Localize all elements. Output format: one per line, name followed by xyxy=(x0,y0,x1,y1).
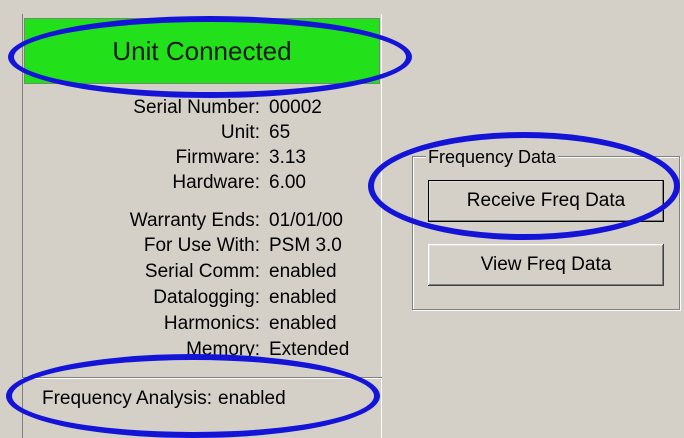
firmware-value: 3.13 xyxy=(269,147,306,168)
frequency-data-group-title: Frequency Data xyxy=(426,146,559,168)
view-freq-data-button[interactable]: View Freq Data xyxy=(428,244,664,286)
warranty-ends-value: 01/01/00 xyxy=(269,210,343,231)
hardware-value: 6.00 xyxy=(269,172,306,193)
hardware-label: Hardware: xyxy=(172,172,260,193)
info-row-firmware: Firmware: 3.13 xyxy=(24,145,380,171)
for-use-with-label: For Use With: xyxy=(143,235,260,256)
serial-comm-value: enabled xyxy=(269,261,337,282)
info-row-serial-number: Serial Number: 00002 xyxy=(24,95,380,121)
serial-comm-label: Serial Comm: xyxy=(144,261,260,282)
frequency-analysis-label: Frequency Analysis: xyxy=(42,388,213,409)
info-row-unit: Unit: 65 xyxy=(24,120,380,146)
info-row-datalogging: Datalogging: enabled xyxy=(24,285,380,311)
datalogging-label: Datalogging: xyxy=(153,287,260,308)
info-row-warranty-ends: Warranty Ends: 01/01/00 xyxy=(24,208,380,234)
datalogging-value: enabled xyxy=(269,287,337,308)
for-use-with-value: PSM 3.0 xyxy=(269,235,342,256)
panel-divider xyxy=(22,377,382,379)
memory-value: Extended xyxy=(269,339,350,360)
unit-label: Unit: xyxy=(220,122,260,143)
harmonics-label: Harmonics: xyxy=(163,313,260,334)
connection-status-text: Unit Connected xyxy=(112,35,292,66)
harmonics-value: enabled xyxy=(269,313,337,334)
serial-number-value: 00002 xyxy=(269,97,322,118)
serial-number-label: Serial Number: xyxy=(133,97,260,118)
info-row-for-use-with: For Use With: PSM 3.0 xyxy=(24,233,380,259)
info-row-hardware: Hardware: 6.00 xyxy=(24,170,380,196)
warranty-ends-label: Warranty Ends: xyxy=(129,210,260,231)
memory-label: Memory: xyxy=(186,339,260,360)
info-row-memory: Memory: Extended xyxy=(24,337,380,363)
connection-status-banner: Unit Connected xyxy=(24,18,380,84)
unit-value: 65 xyxy=(269,122,291,143)
info-row-serial-comm: Serial Comm: enabled xyxy=(24,259,380,285)
receive-freq-data-button[interactable]: Receive Freq Data xyxy=(428,180,664,222)
frequency-analysis-row: Frequency Analysis: enabled xyxy=(42,388,286,410)
frequency-analysis-value: enabled xyxy=(218,388,286,409)
info-row-harmonics: Harmonics: enabled xyxy=(24,311,380,337)
firmware-label: Firmware: xyxy=(175,147,260,168)
